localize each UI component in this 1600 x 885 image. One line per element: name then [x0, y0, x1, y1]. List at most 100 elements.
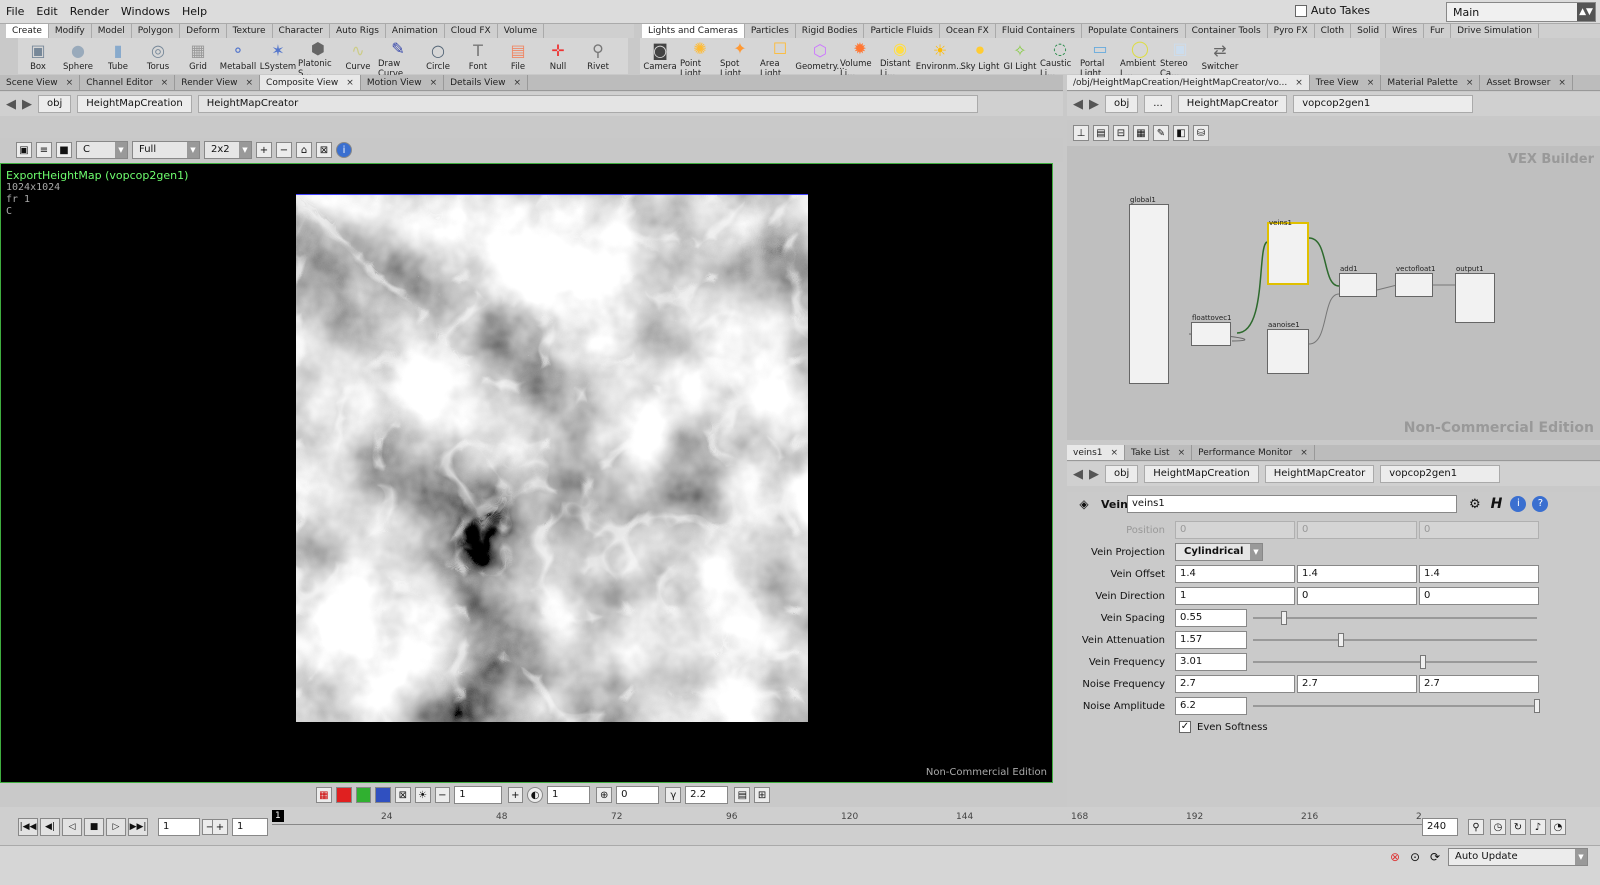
- background-icon[interactable]: ■: [56, 142, 72, 158]
- plane-select[interactable]: C ▼: [76, 141, 128, 159]
- view-mode-icon[interactable]: ▣: [16, 142, 32, 158]
- tool-metaball[interactable]: ⚬ Metaball: [218, 38, 258, 74]
- menu-windows[interactable]: Windows: [115, 0, 176, 24]
- node-add1[interactable]: add1: [1339, 265, 1377, 297]
- parm-path-heightmapcreator[interactable]: HeightMapCreator: [1264, 465, 1375, 483]
- noise-amplitude-field[interactable]: 6.2: [1175, 697, 1247, 715]
- vein-attenuation-slider[interactable]: [1253, 631, 1537, 649]
- tool-sphere[interactable]: ● Sphere: [58, 38, 98, 74]
- tab-performance-monitor[interactable]: Performance Monitor ×: [1192, 445, 1315, 460]
- keys-icon[interactable]: ⚲: [1468, 819, 1484, 835]
- alpha-channel-icon[interactable]: ⊠: [395, 787, 411, 803]
- node-veins1[interactable]: veins1: [1267, 219, 1309, 285]
- contrast-icon[interactable]: ◐: [527, 787, 543, 803]
- stop-icon[interactable]: ⊗: [1390, 850, 1400, 864]
- vein-direction-y[interactable]: 0: [1297, 587, 1417, 605]
- zoom-in-icon[interactable]: +: [256, 142, 272, 158]
- resolution-select[interactable]: Full ▼: [132, 141, 200, 159]
- menu-help[interactable]: Help: [176, 0, 213, 24]
- vein-projection-menu[interactable]: Cylindrical ▼: [1175, 543, 1263, 561]
- parm-path-obj[interactable]: obj: [1105, 465, 1139, 483]
- gain-field[interactable]: 1: [454, 786, 502, 804]
- tool-circle[interactable]: ○ Circle: [418, 38, 458, 74]
- close-icon[interactable]: ×: [245, 75, 253, 90]
- play-icon[interactable]: ▷: [106, 818, 126, 836]
- tool-distant-li[interactable]: ◉ Distant Li...: [880, 38, 920, 79]
- info-icon[interactable]: i: [336, 142, 352, 158]
- desktop-selector[interactable]: Main ▲▼: [1446, 2, 1596, 22]
- offset-icon[interactable]: ⊕: [596, 787, 613, 803]
- frame-field[interactable]: 1: [158, 818, 200, 836]
- shelf-tab-wires[interactable]: Wires: [1386, 24, 1425, 38]
- shelf-tab-lights-and-cameras[interactable]: Lights and Cameras: [642, 24, 745, 38]
- close-icon[interactable]: ×: [346, 75, 354, 90]
- node-aanoise1[interactable]: aanoise1: [1267, 321, 1309, 374]
- tab-tree-view[interactable]: Tree View ×: [1310, 75, 1382, 90]
- layout-select[interactable]: 2x2 ▼: [204, 141, 252, 159]
- audio-icon[interactable]: ♪: [1530, 819, 1546, 835]
- red-channel-icon[interactable]: [335, 787, 352, 803]
- node-vectofloat1[interactable]: vectofloat1: [1395, 265, 1436, 297]
- tool-null[interactable]: ✛ Null: [538, 38, 578, 74]
- tool-rivet[interactable]: ⚲ Rivet: [578, 38, 618, 74]
- loop-icon[interactable]: ↻: [1510, 819, 1526, 835]
- tool-area-light[interactable]: ☐ Area Light: [760, 38, 800, 79]
- info-icon[interactable]: i: [1510, 496, 1527, 512]
- slider-handle[interactable]: [1281, 611, 1288, 625]
- tool-volume-li[interactable]: ✹ Volume Li...: [840, 38, 880, 79]
- path-heightmapcreation[interactable]: HeightMapCreation: [77, 95, 192, 113]
- tab-motion-view[interactable]: Motion View ×: [361, 75, 445, 90]
- shelf-tab-rigid-bodies[interactable]: Rigid Bodies: [796, 24, 865, 38]
- auto-takes-checkbox[interactable]: [1294, 4, 1307, 17]
- net-path-obj[interactable]: obj: [1105, 95, 1139, 113]
- step-back-icon[interactable]: ◁: [62, 818, 82, 836]
- close-icon[interactable]: ×: [430, 75, 438, 90]
- tab-render-view[interactable]: Render View ×: [175, 75, 261, 90]
- menu-render[interactable]: Render: [64, 0, 115, 24]
- noise-frequency-y[interactable]: 2.7: [1297, 675, 1417, 693]
- close-icon[interactable]: ×: [161, 75, 169, 90]
- vein-direction-z[interactable]: 0: [1419, 587, 1539, 605]
- gear-icon[interactable]: ⚙: [1469, 497, 1481, 512]
- close-icon[interactable]: ×: [1110, 445, 1118, 460]
- home-icon[interactable]: ⌂: [296, 142, 312, 158]
- tab-asset-browser[interactable]: Asset Browser ×: [1480, 75, 1573, 90]
- layout-icon[interactable]: ⊟: [1113, 125, 1129, 141]
- shelf-tab-particle-fluids[interactable]: Particle Fluids: [864, 24, 940, 38]
- tool-environm[interactable]: ☀ Environm...: [916, 38, 964, 74]
- shelf-tab-cloth[interactable]: Cloth: [1315, 24, 1352, 38]
- vop-network-editor[interactable]: VEX Builder global1 veins1 floattovec1 a…: [1067, 146, 1600, 440]
- lut-icon[interactable]: ▤: [734, 787, 751, 803]
- database-icon[interactable]: ⛁: [1193, 125, 1209, 141]
- plus-icon[interactable]: +: [507, 787, 524, 803]
- plus-icon[interactable]: +: [212, 819, 228, 835]
- shelf-tab-create[interactable]: Create: [6, 24, 49, 38]
- shelf-tab-container-tools[interactable]: Container Tools: [1186, 24, 1268, 38]
- vein-offset-z[interactable]: 1.4: [1419, 565, 1539, 583]
- tab-material-palette[interactable]: Material Palette ×: [1381, 75, 1481, 90]
- slider-handle[interactable]: [1420, 655, 1427, 669]
- notes-icon[interactable]: ✎: [1153, 125, 1169, 141]
- vein-direction-x[interactable]: 1: [1175, 587, 1295, 605]
- tool-box[interactable]: ▣ Box: [18, 38, 58, 74]
- offset-field[interactable]: 0: [616, 786, 660, 804]
- vein-frequency-field[interactable]: 3.01: [1175, 653, 1247, 671]
- net-path-vopcop2gen1[interactable]: vopcop2gen1: [1293, 95, 1474, 113]
- node-name-field[interactable]: veins1: [1127, 495, 1457, 513]
- last-frame-icon[interactable]: ▶▶|: [128, 818, 148, 836]
- help-icon[interactable]: ?: [1532, 496, 1549, 512]
- tool-file[interactable]: ▤ File: [498, 38, 538, 74]
- sun-icon[interactable]: ☀: [414, 787, 431, 803]
- tool-draw-curve[interactable]: ✎ Draw Curve: [378, 38, 418, 79]
- slider-handle[interactable]: [1534, 699, 1540, 713]
- close-icon[interactable]: ×: [1295, 75, 1303, 90]
- vein-spacing-field[interactable]: 0.55: [1175, 609, 1247, 627]
- tab-composite-view[interactable]: Composite View ×: [260, 75, 361, 90]
- auto-takes[interactable]: Auto Takes: [1294, 4, 1370, 17]
- path-obj[interactable]: obj: [38, 95, 72, 113]
- blue-channel-icon[interactable]: [375, 787, 391, 803]
- tool-torus[interactable]: ◎ Torus: [138, 38, 178, 74]
- tool-grid[interactable]: ▦ Grid: [178, 38, 218, 74]
- shelf-tab-character[interactable]: Character: [273, 24, 330, 38]
- close-icon[interactable]: ×: [514, 75, 522, 90]
